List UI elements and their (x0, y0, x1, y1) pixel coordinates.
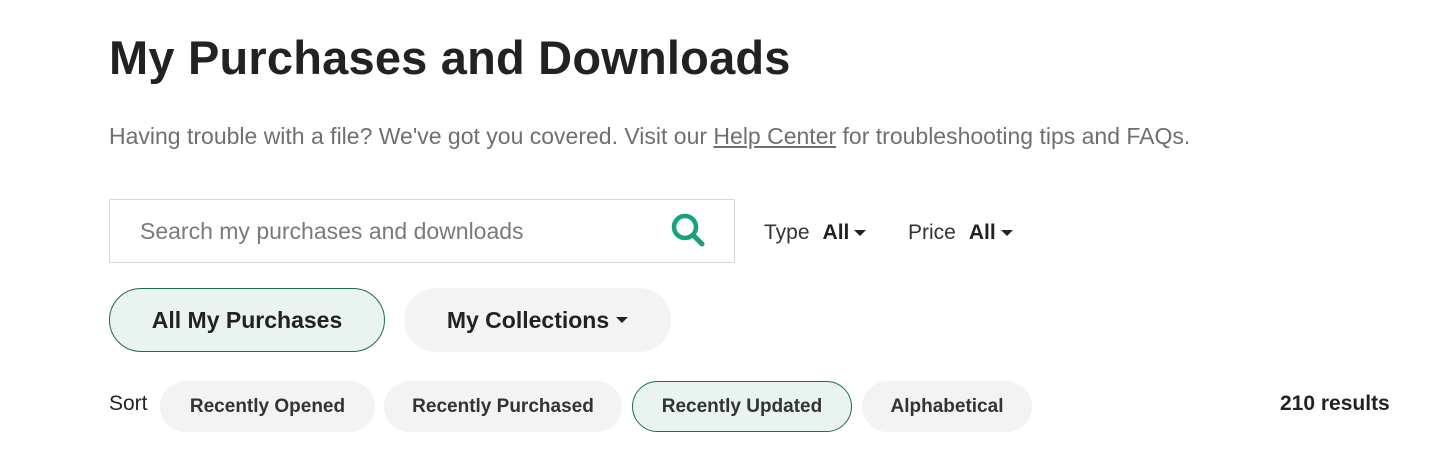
all-purchases-tab[interactable]: All My Purchases (109, 288, 385, 352)
sort-option-label: Recently Opened (189, 395, 346, 417)
search-input[interactable] (110, 200, 660, 262)
chevron-down-icon (616, 317, 629, 323)
sort-option-label: Alphabetical (890, 395, 1004, 417)
results-count: 210 results (1280, 392, 1390, 415)
sort-option-label: Recently Updated (661, 395, 823, 417)
my-collections-label: My Collections (446, 306, 610, 333)
price-filter-dropdown[interactable]: Price All (908, 219, 1013, 247)
type-filter-dropdown[interactable]: Type All (764, 219, 867, 247)
all-purchases-label: All My Purchases (151, 306, 343, 333)
purchases-page: My Purchases and Downloads Having troubl… (0, 0, 1434, 460)
type-filter-value: All (822, 221, 850, 244)
sort-option-label: Recently Purchased (412, 395, 594, 417)
chevron-down-icon (854, 230, 867, 236)
search-icon[interactable] (670, 212, 706, 248)
sort-recently-updated-button[interactable]: Recently Updated (632, 381, 852, 432)
help-text: Having trouble with a file? We've got yo… (109, 123, 1190, 150)
my-collections-dropdown[interactable]: My Collections (404, 288, 671, 352)
sort-alphabetical-button[interactable]: Alphabetical (862, 381, 1032, 432)
chevron-down-icon (1000, 230, 1013, 236)
help-text-after: for troubleshooting tips and FAQs. (836, 123, 1191, 149)
sort-recently-purchased-button[interactable]: Recently Purchased (384, 381, 622, 432)
type-filter-label: Type (764, 221, 810, 244)
search-box (109, 199, 735, 263)
help-text-before: Having trouble with a file? We've got yo… (109, 123, 714, 149)
price-filter-label: Price (908, 221, 956, 244)
sort-recently-opened-button[interactable]: Recently Opened (160, 381, 375, 432)
page-title: My Purchases and Downloads (109, 31, 791, 84)
price-filter-value: All (968, 221, 996, 244)
help-center-link[interactable]: Help Center (713, 123, 836, 149)
sort-label: Sort (109, 392, 148, 415)
